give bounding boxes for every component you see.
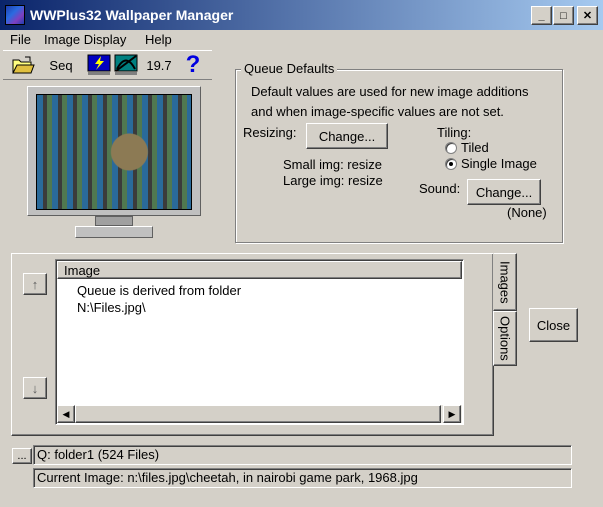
defaults-description-line2: and when image-specific values are not s… (251, 104, 504, 119)
move-down-button[interactable]: ↓ (23, 377, 47, 399)
interval-value[interactable]: 19.7 (144, 52, 174, 78)
menu-help[interactable]: Help (145, 31, 172, 49)
tab-images-label: Images (497, 260, 513, 304)
queue-defaults-legend: Queue Defaults (241, 61, 338, 76)
tiled-radio[interactable] (445, 142, 457, 154)
minimize-icon: _ (538, 9, 545, 22)
close-window-button[interactable]: ✕ (577, 6, 598, 25)
up-arrow-icon: ↑ (31, 276, 39, 292)
single-image-label[interactable]: Single Image (461, 156, 537, 171)
disable-wallpaper-button[interactable] (113, 52, 139, 78)
tiled-label[interactable]: Tiled (461, 140, 489, 155)
queue-status: Q: folder1 (524 Files) (33, 445, 572, 465)
sound-label: Sound: (419, 181, 461, 196)
app-icon[interactable] (5, 5, 25, 25)
open-folder-icon (12, 56, 35, 74)
defaults-description-line1: Default values are used for new image ad… (251, 84, 529, 99)
resizing-label: Resizing: (243, 125, 297, 140)
close-button[interactable]: Close (529, 308, 578, 342)
wallpaper-off-icon (114, 54, 138, 75)
help-icon: ? (185, 51, 201, 78)
change-wallpaper-button[interactable] (86, 52, 112, 78)
minimize-button[interactable]: _ (531, 6, 552, 25)
tab-images[interactable]: Images (493, 253, 517, 311)
wallpaper-preview-image (36, 94, 192, 210)
scroll-right-button[interactable]: ▶ (443, 405, 461, 423)
large-img-setting: Large img: resize (283, 173, 383, 188)
list-item[interactable]: Queue is derived from folder (77, 283, 241, 298)
tab-options-label: Options (497, 316, 513, 361)
list-item[interactable]: N:\Files.jpg\ (77, 300, 146, 315)
sound-value: (None) (507, 205, 547, 220)
scroll-left-icon: ◀ (62, 408, 70, 419)
maximize-button[interactable]: □ (553, 6, 574, 25)
move-up-button[interactable]: ↑ (23, 273, 47, 295)
current-image-status: Current Image: n:\files.jpg\cheetah, in … (33, 468, 572, 488)
monitor-base (75, 226, 153, 238)
title-bar[interactable]: WWPlus32 Wallpaper Manager _ □ ✕ (0, 0, 603, 30)
monitor-stand (95, 216, 133, 226)
wallpaper-lightning-icon (87, 54, 111, 75)
maximize-icon: □ (560, 9, 567, 22)
menu-file[interactable]: File (10, 31, 31, 49)
more-options-button[interactable]: ... (12, 448, 32, 464)
close-icon: ✕ (582, 10, 593, 22)
menu-image-display[interactable]: Image Display (44, 31, 126, 49)
sound-change-button[interactable]: Change... (467, 179, 541, 205)
image-column-header[interactable]: Image (57, 261, 462, 279)
scroll-right-icon: ▶ (448, 408, 456, 419)
down-arrow-icon: ↓ (31, 380, 39, 396)
open-folder-button[interactable] (8, 52, 38, 78)
scrollbar-thumb[interactable] (75, 405, 441, 423)
resizing-change-button[interactable]: Change... (306, 123, 388, 149)
single-image-radio[interactable] (445, 158, 457, 170)
window-title: WWPlus32 Wallpaper Manager (30, 7, 234, 23)
tab-options[interactable]: Options (493, 311, 517, 366)
help-button[interactable]: ? (180, 51, 206, 78)
small-img-setting: Small img: resize (283, 157, 382, 172)
scroll-left-button[interactable]: ◀ (57, 405, 75, 423)
tiling-label: Tiling: (437, 125, 472, 140)
seq-button[interactable]: Seq (44, 52, 78, 78)
